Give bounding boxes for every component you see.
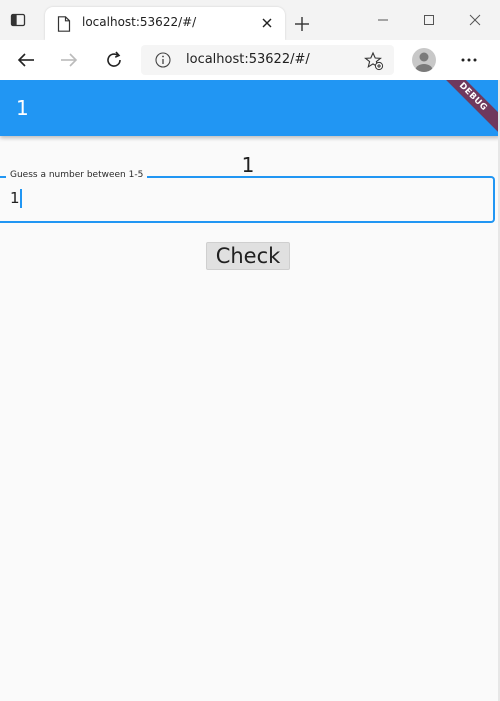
back-arrow-icon[interactable]: [15, 49, 37, 71]
minimize-icon[interactable]: [373, 10, 393, 30]
check-button[interactable]: Check: [206, 242, 290, 270]
forward-arrow-icon[interactable]: [58, 49, 80, 71]
info-icon[interactable]: [155, 52, 171, 68]
refresh-icon[interactable]: [103, 49, 125, 71]
plus-icon[interactable]: [292, 14, 312, 34]
browser-window: localhost:53622/#/ localhost:53622/#/ 1 …: [0, 0, 500, 701]
profile-avatar-icon[interactable]: [412, 48, 436, 72]
url-text[interactable]: localhost:53622/#/: [186, 52, 310, 67]
tab-strip: localhost:53622/#/: [0, 0, 500, 40]
favorites-star-icon[interactable]: [364, 51, 384, 71]
guess-input-field[interactable]: Guess a number between 1-5 1: [0, 170, 495, 223]
more-icon[interactable]: [458, 49, 480, 71]
tab-actions-icon[interactable]: [10, 12, 26, 28]
app-bar-title: 1: [16, 96, 29, 120]
app-bar: 1: [0, 80, 500, 136]
tab-title: localhost:53622/#/: [82, 15, 197, 29]
browser-tab[interactable]: localhost:53622/#/: [45, 7, 285, 40]
browser-toolbar: localhost:53622/#/: [0, 40, 500, 81]
address-bar[interactable]: localhost:53622/#/: [141, 45, 394, 75]
text-caret: [20, 189, 22, 208]
app-viewport: 1 DEBUG 1 Guess a number between 1-5 1 C…: [0, 80, 500, 701]
close-icon[interactable]: [259, 15, 275, 31]
guess-input-value[interactable]: 1: [10, 189, 20, 207]
maximize-icon[interactable]: [419, 10, 439, 30]
page-icon: [57, 16, 71, 32]
window-close-icon[interactable]: [465, 10, 485, 30]
guess-input-label: Guess a number between 1-5: [6, 170, 148, 180]
